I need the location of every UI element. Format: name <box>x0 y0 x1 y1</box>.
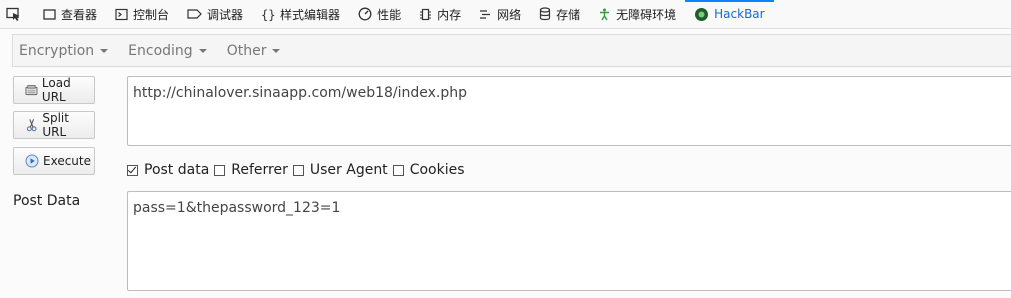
tab-label: 无障碍环境 <box>616 7 677 22</box>
url-value: http://chinalover.sinaapp.com/web18/inde… <box>133 85 468 101</box>
options-row: Post data Referrer User Agent Cookies <box>127 162 470 178</box>
devtools-toolbar: 查看器 控制台 调试器 {} 样式编辑器 性能 内存 网络 存储 无障碍环境 H… <box>0 0 1011 29</box>
menu-label: Encoding <box>128 42 193 59</box>
tab-label: 性能 <box>377 7 402 22</box>
tab-label: 样式编辑器 <box>280 7 341 22</box>
tab-style-editor[interactable]: {} 样式编辑器 <box>252 0 349 28</box>
button-label: Split URL <box>42 111 69 139</box>
menu-label: Encryption <box>19 42 95 59</box>
tab-performance[interactable]: 性能 <box>349 0 410 28</box>
menu-encryption[interactable]: Encryption <box>13 43 114 59</box>
element-picker-button[interactable] <box>0 0 34 28</box>
referrer-label: Referrer <box>231 162 288 178</box>
braces-icon: {} <box>261 8 275 21</box>
execute-button[interactable]: Execute <box>13 147 95 175</box>
tab-label: 调试器 <box>207 7 244 22</box>
tab-debugger[interactable]: 调试器 <box>178 0 252 28</box>
menu-other[interactable]: Other <box>221 43 287 59</box>
tab-label: 内存 <box>437 7 462 22</box>
button-label: Load URL <box>41 76 71 104</box>
option-user-agent[interactable]: User Agent <box>292 162 388 178</box>
tab-console[interactable]: 控制台 <box>106 0 178 28</box>
url-textarea[interactable]: http://chinalover.sinaapp.com/web18/inde… <box>127 76 1011 146</box>
cookies-label: Cookies <box>409 162 465 178</box>
button-label: Execute <box>43 154 91 168</box>
caret-down-icon <box>272 48 281 53</box>
scissors-icon <box>26 119 37 132</box>
post-data-label: Post data <box>144 162 210 178</box>
caret-down-icon <box>100 48 109 53</box>
gauge-icon <box>358 7 372 21</box>
tab-label: 控制台 <box>133 7 170 22</box>
tab-accessibility[interactable]: 无障碍环境 <box>589 0 685 28</box>
user-agent-checkbox[interactable] <box>292 164 304 176</box>
load-url-button[interactable]: Load URL <box>13 76 95 104</box>
option-post-data[interactable]: Post data <box>127 162 209 178</box>
tab-memory[interactable]: 内存 <box>410 0 470 28</box>
console-icon <box>115 8 128 20</box>
tab-network[interactable]: 网络 <box>470 0 530 28</box>
post-data-textarea[interactable]: pass=1&thepassword_123=1 <box>127 191 1011 291</box>
debugger-icon <box>187 9 202 19</box>
tab-label: 网络 <box>497 7 522 22</box>
network-icon <box>480 9 491 19</box>
tab-label: HackBar <box>714 7 765 21</box>
play-icon <box>25 154 39 168</box>
split-url-button[interactable]: Split URL <box>13 111 95 139</box>
element-picker-icon <box>6 7 20 21</box>
hackbar-menubar: Encryption Encoding Other <box>12 34 1011 67</box>
post-data-section-label: Post Data <box>13 193 81 209</box>
caret-down-icon <box>198 48 207 53</box>
database-icon <box>540 7 551 21</box>
cookies-checkbox[interactable] <box>392 164 404 176</box>
post-data-checkbox[interactable] <box>127 164 138 176</box>
tab-storage[interactable]: 存储 <box>530 0 589 28</box>
tab-inspector[interactable]: 查看器 <box>34 0 106 28</box>
referrer-checkbox[interactable] <box>214 164 226 176</box>
svg-text:{}: {} <box>261 8 275 21</box>
tab-label: 查看器 <box>61 7 98 22</box>
load-icon <box>25 85 38 96</box>
option-referrer[interactable]: Referrer <box>214 162 288 178</box>
tab-label: 存储 <box>556 7 581 22</box>
user-agent-label: User Agent <box>309 162 388 178</box>
memory-icon <box>420 8 432 20</box>
menu-encoding[interactable]: Encoding <box>122 43 213 59</box>
inspector-icon <box>43 8 56 20</box>
option-cookies[interactable]: Cookies <box>392 162 465 178</box>
accessibility-icon <box>600 8 610 20</box>
menu-label: Other <box>226 42 267 59</box>
tab-hackbar[interactable]: HackBar <box>685 0 775 28</box>
post-data-value: pass=1&thepassword_123=1 <box>133 200 341 216</box>
hackbar-logo-icon <box>695 7 709 21</box>
